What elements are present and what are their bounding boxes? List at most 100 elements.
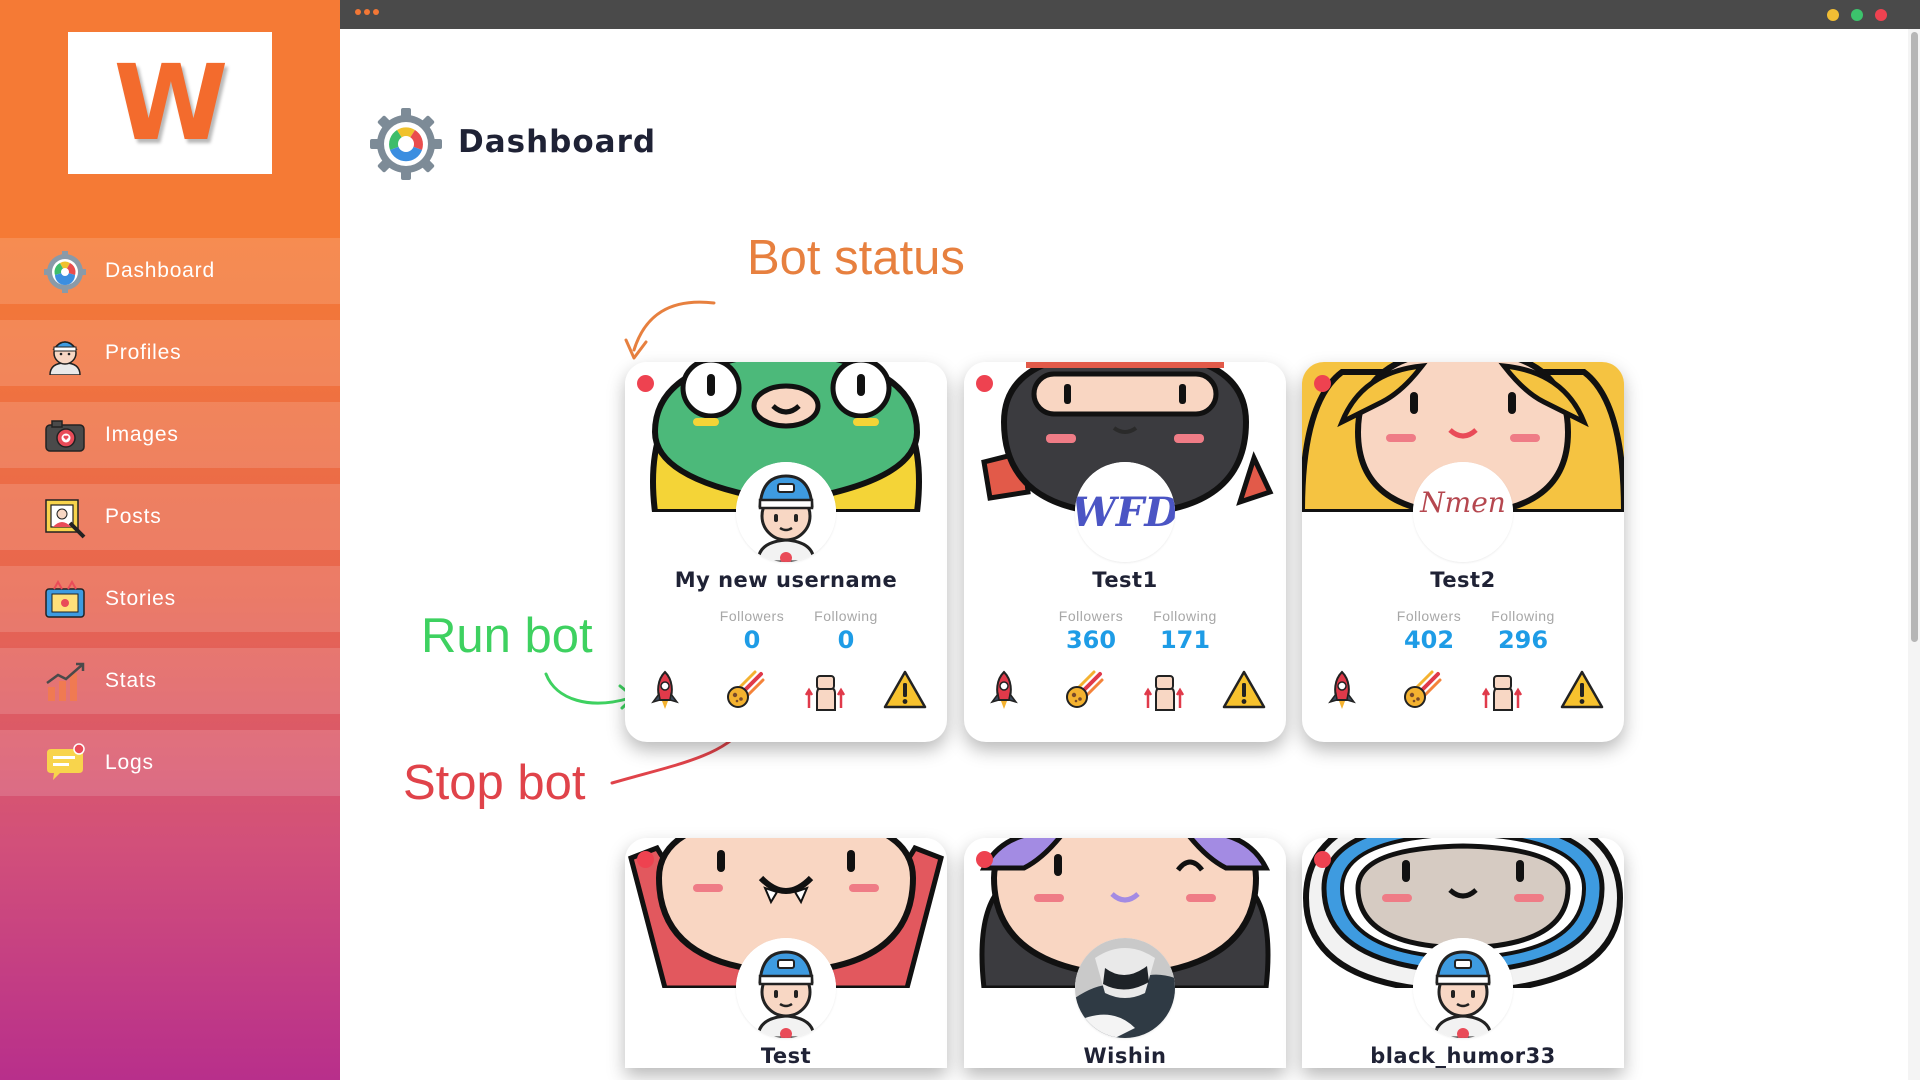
profile-username: Test2	[1430, 568, 1496, 592]
boy-cap-avatar	[736, 462, 836, 562]
sidebar-item-stats[interactable]: Stats	[0, 648, 340, 714]
boy-cap-avatar	[736, 938, 836, 1038]
avatar: WFD	[1075, 462, 1175, 562]
maximize-button[interactable]	[1851, 9, 1863, 21]
followers-label: Followers	[1396, 608, 1462, 624]
profile-card[interactable]: Wishin	[964, 838, 1286, 1068]
rocket-icon[interactable]	[1320, 668, 1364, 712]
camera-icon	[45, 420, 85, 452]
avatar	[736, 462, 836, 562]
avatar	[1413, 938, 1513, 1038]
following-count: 296	[1497, 626, 1549, 654]
profile-card[interactable]: Nmen Test2 Followers 402 Following 296	[1302, 362, 1624, 742]
profile-card[interactable]: My new username Followers 0 Following 0	[625, 362, 947, 742]
stop-bot-annotation: Stop bot	[403, 756, 586, 810]
window-title-bar	[340, 0, 1920, 29]
bot-status-indicator	[637, 375, 654, 392]
raised-fist-icon[interactable]	[1142, 668, 1186, 712]
sidebar-item-label: Stories	[105, 587, 176, 610]
raised-fist-icon[interactable]	[1480, 668, 1524, 712]
following-label: Following	[814, 608, 878, 624]
followers-stat: Followers 360	[1046, 608, 1136, 654]
following-count: 171	[1159, 626, 1211, 654]
warning-icon[interactable]	[1560, 668, 1604, 712]
avatar: Nmen	[1413, 462, 1513, 562]
svg-text:Nmen: Nmen	[1419, 486, 1506, 519]
dashboard-gauge-icon	[44, 251, 86, 293]
sidebar-item-label: Images	[105, 423, 179, 446]
profile-card[interactable]: WFD Test1 Followers 360 Following 171	[964, 362, 1286, 742]
following-stat: Following 0	[801, 608, 891, 654]
avatar	[736, 938, 836, 1038]
profile-username: Wishin	[1083, 1044, 1167, 1068]
sidebar-item-stories[interactable]: Stories	[0, 566, 340, 632]
meteor-icon[interactable]	[1062, 668, 1106, 712]
wfd-logo-avatar: WFD	[1075, 462, 1175, 562]
sidebar-item-label: Posts	[105, 505, 162, 528]
meteor-icon[interactable]	[723, 668, 767, 712]
rocket-icon[interactable]	[643, 668, 687, 712]
followers-count: 402	[1403, 626, 1455, 654]
followers-count: 0	[743, 626, 761, 654]
photo-avatar	[1075, 938, 1175, 1038]
chat-bubble-icon	[47, 743, 85, 780]
following-count: 0	[837, 626, 855, 654]
warning-icon[interactable]	[1222, 668, 1266, 712]
profile-username: My new username	[674, 568, 898, 592]
sidebar-item-posts[interactable]: Posts	[0, 484, 340, 550]
avatar	[1075, 938, 1175, 1038]
app-logo[interactable]: W	[68, 32, 272, 174]
bot-status-annotation: Bot status	[747, 231, 965, 285]
bot-status-indicator	[1314, 375, 1331, 392]
user-avatar-icon	[49, 341, 81, 375]
logo-letter: W	[113, 42, 229, 164]
sidebar-item-label: Logs	[105, 751, 154, 774]
following-label: Following	[1491, 608, 1555, 624]
profile-username: black_humor33	[1370, 1044, 1556, 1068]
svg-text:WFD: WFD	[1075, 489, 1175, 536]
sidebar-item-images[interactable]: Images	[0, 402, 340, 468]
profile-username: Test1	[1092, 568, 1158, 592]
sidebar-item-label: Stats	[105, 669, 157, 692]
warning-icon[interactable]	[883, 668, 927, 712]
post-picture-icon	[45, 499, 86, 539]
sidebar-item-label: Profiles	[105, 341, 182, 364]
card-actions	[625, 668, 947, 718]
signature-avatar: Nmen	[1413, 462, 1513, 562]
followers-stat: Followers 402	[1384, 608, 1474, 654]
followers-count: 360	[1065, 626, 1117, 654]
sidebar-item-logs[interactable]: Logs	[0, 730, 340, 796]
profile-card[interactable]: black_humor33	[1302, 838, 1624, 1068]
bot-status-indicator	[976, 851, 993, 868]
dashboard-gauge-icon	[370, 108, 442, 180]
bot-status-indicator	[637, 851, 654, 868]
sidebar-item-dashboard[interactable]: Dashboard	[0, 238, 340, 304]
bar-chart-icon	[46, 662, 85, 701]
bot-status-indicator	[1314, 851, 1331, 868]
run-bot-annotation: Run bot	[421, 609, 593, 663]
followers-stat: Followers 0	[707, 608, 797, 654]
following-label: Following	[1153, 608, 1217, 624]
more-icon[interactable]	[355, 9, 379, 15]
following-stat: Following 296	[1478, 608, 1568, 654]
profile-username: Test	[760, 1044, 812, 1068]
boy-cap-avatar	[1413, 938, 1513, 1038]
minimize-button[interactable]	[1827, 9, 1839, 21]
followers-label: Followers	[719, 608, 785, 624]
raised-fist-icon[interactable]	[803, 668, 847, 712]
rocket-icon[interactable]	[982, 668, 1026, 712]
page-title: Dashboard	[458, 124, 657, 160]
stories-icon	[45, 579, 85, 618]
following-stat: Following 171	[1140, 608, 1230, 654]
sidebar-item-label: Dashboard	[105, 259, 215, 282]
profile-card[interactable]: Test	[625, 838, 947, 1068]
scrollbar-thumb[interactable]	[1911, 32, 1918, 642]
sidebar: W Dashboard Profiles Images Posts Storie…	[0, 0, 340, 1080]
bot-status-indicator	[976, 375, 993, 392]
sidebar-item-profiles[interactable]: Profiles	[0, 320, 340, 386]
meteor-icon[interactable]	[1400, 668, 1444, 712]
close-button[interactable]	[1875, 9, 1887, 21]
card-actions	[964, 668, 1286, 718]
followers-label: Followers	[1058, 608, 1124, 624]
card-actions	[1302, 668, 1624, 718]
